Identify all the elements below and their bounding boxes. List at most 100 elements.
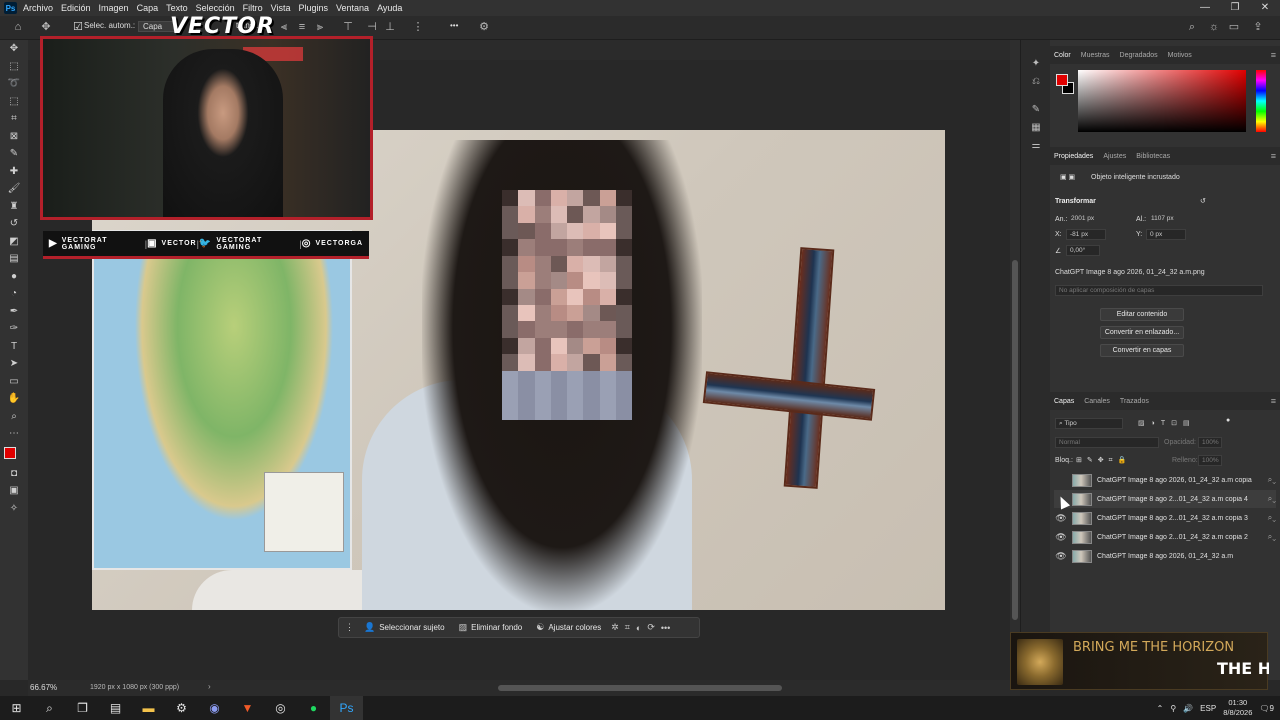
object-select-tool-icon[interactable]: ⬚ [0, 93, 28, 111]
menu-texto[interactable]: Texto [166, 3, 188, 13]
tab-gradients[interactable]: Degradados [1120, 52, 1158, 59]
brave-icon[interactable]: ▼ [231, 696, 264, 720]
language-indicator[interactable]: ESP [1200, 704, 1216, 713]
gear-icon[interactable]: ⚙ [478, 21, 490, 33]
lightbulb-icon[interactable]: ☼ [1208, 21, 1220, 33]
generative-icon[interactable]: ✧ [0, 500, 28, 518]
eye-icon[interactable]: 👁 [1054, 532, 1068, 543]
align-center-icon[interactable]: ≡ [296, 21, 308, 33]
network-icon[interactable]: ⚲ [1170, 704, 1176, 713]
move-tool-icon[interactable]: ✥ [0, 40, 28, 58]
tab-properties[interactable]: Propiedades [1054, 153, 1093, 160]
type-tool-icon[interactable]: T [0, 338, 28, 356]
more-options-button[interactable]: ••• [450, 21, 458, 30]
menu-plugins[interactable]: Plugins [299, 3, 329, 13]
opacity-field[interactable]: 100% [1198, 437, 1222, 448]
gradient-tool-icon[interactable]: ▤ [0, 250, 28, 268]
menu-capa[interactable]: Capa [137, 3, 159, 13]
layer-row[interactable]: 👁 ChatGPT Image 8 ago 2026, 01_24_32 a.m [1054, 547, 1276, 565]
screen-mode-icon[interactable]: ▣ [0, 482, 28, 500]
search-icon[interactable]: ⌕ [1186, 21, 1198, 33]
align-right-icon[interactable]: ⫸ [314, 21, 326, 33]
history-icon[interactable]: ⎌ [1021, 72, 1051, 90]
align-left-icon[interactable]: ⫷ [278, 21, 290, 33]
tab-paths[interactable]: Trazados [1120, 398, 1149, 405]
menu-edicion[interactable]: Edición [61, 3, 91, 13]
horizontal-scroll-thumb[interactable] [498, 685, 782, 691]
magic-wand-icon[interactable]: ✲ [611, 622, 619, 633]
adjust-colors-button[interactable]: ☯ Ajustar colores [532, 622, 605, 633]
close-button[interactable]: ✕ [1250, 0, 1280, 16]
layer-row[interactable]: 👁 ChatGPT Image 8 ago 2...01_24_32 a.m c… [1054, 528, 1276, 546]
eraser-tool-icon[interactable]: ◩ [0, 233, 28, 251]
brush-settings-icon[interactable]: ✎ [1021, 100, 1051, 118]
distribute-icon[interactable]: ⋮ [412, 21, 424, 33]
adjustments-icon[interactable]: ⚌ [1021, 136, 1051, 154]
menu-seleccion[interactable]: Selección [196, 3, 235, 13]
obs-icon[interactable]: ◎ [264, 696, 297, 720]
photoshop-taskbar-icon[interactable]: Ps [330, 696, 363, 720]
menu-ventana[interactable]: Ventana [336, 3, 369, 13]
zoom-tool-icon[interactable]: ⌕ [0, 408, 28, 426]
eye-icon[interactable]: 👁 [1054, 513, 1068, 524]
layer-row[interactable]: 👁 ChatGPT Image 8 ago 2...01_24_32 a.m c… [1054, 509, 1276, 527]
width-field[interactable]: 2001 px [1068, 214, 1108, 225]
vertical-scroll-thumb[interactable] [1012, 260, 1018, 620]
layer-filter-icons[interactable]: ▨◑T⊡▤ [1138, 419, 1196, 427]
pen-tool-icon[interactable]: ✒ [0, 303, 28, 321]
workspace-icon[interactable]: ▭ [1228, 21, 1240, 33]
dodge-tool-icon[interactable]: ◔ [0, 285, 28, 303]
document-info[interactable]: 1920 px x 1080 px (300 ppp) [90, 684, 179, 691]
maximize-button[interactable]: ❐ [1220, 0, 1250, 16]
tab-patterns[interactable]: Motivos [1168, 52, 1192, 59]
clock[interactable]: 01:30 8/8/2026 [1223, 698, 1252, 718]
layer-filter-dropdown[interactable]: ⌕ Tipo [1055, 418, 1123, 429]
path-select-tool-icon[interactable]: ➤ [0, 355, 28, 373]
zoom-level[interactable]: 66.67% [30, 683, 57, 692]
eyedropper-tool-icon[interactable]: ✎ [0, 145, 28, 163]
angle-field[interactable]: 0,00° [1066, 245, 1100, 256]
layer-row[interactable]: ChatGPT Image 8 ago 2026, 01_24_32 a.m c… [1054, 471, 1276, 489]
align-middle-icon[interactable]: ⊣ [366, 21, 378, 33]
y-field[interactable]: 0 px [1146, 229, 1186, 240]
layer-comp-dropdown[interactable]: No aplicar composición de capas [1055, 285, 1263, 296]
menu-archivo[interactable]: Archivo [23, 3, 53, 13]
swatches-icon[interactable]: ▦ [1021, 118, 1051, 136]
height-field[interactable]: 1107 px [1148, 214, 1188, 225]
menu-imagen[interactable]: Imagen [99, 3, 129, 13]
layer-row-selected[interactable]: ChatGPT Image 8 ago 2...01_24_32 a.m cop… [1054, 490, 1276, 508]
chevron-right-icon[interactable]: › [208, 682, 211, 691]
vertical-scrollbar[interactable] [1010, 40, 1020, 680]
crop-tool-icon[interactable]: ⌗ [0, 110, 28, 128]
history-brush-icon[interactable]: ↺ [0, 215, 28, 233]
stamp-tool-icon[interactable]: ♜ [0, 198, 28, 216]
notifications-icon[interactable]: 🗨9 [1259, 704, 1274, 713]
volume-icon[interactable]: 🔊 [1183, 704, 1193, 713]
color-picker-field[interactable] [1078, 70, 1246, 132]
convert-to-layers-button[interactable]: Convertir en capas [1100, 344, 1184, 357]
share-icon[interactable]: ⇪ [1252, 21, 1264, 33]
blend-mode-dropdown[interactable]: Normal [1055, 437, 1159, 448]
healing-tool-icon[interactable]: ✚ [0, 163, 28, 181]
learn-icon[interactable]: ✦ [1021, 54, 1051, 72]
pen-tool-2-icon[interactable]: ✑ [0, 320, 28, 338]
move-tool-icon[interactable]: ✥ [40, 21, 52, 33]
blur-tool-icon[interactable]: ● [0, 268, 28, 286]
search-icon[interactable]: ⌕ [33, 696, 66, 720]
steam-icon[interactable]: ⚙ [165, 696, 198, 720]
windows-start-icon[interactable]: ⊞ [0, 696, 33, 720]
rectangle-tool-icon[interactable]: ▭ [0, 373, 28, 391]
marquee-tool-icon[interactable]: ⬚ [0, 58, 28, 76]
eye-icon[interactable]: 👁 [1054, 551, 1068, 562]
contrast-icon[interactable]: ◐ [636, 623, 641, 633]
file-manager-icon[interactable]: ▤ [99, 696, 132, 720]
crop-icon[interactable]: ⌗ [625, 622, 630, 633]
convert-to-linked-button[interactable]: Convertir en enlazado... [1100, 326, 1184, 339]
select-subject-button[interactable]: 👤 Seleccionar sujeto [360, 622, 449, 633]
remove-background-button[interactable]: ▨ Eliminar fondo [455, 622, 527, 633]
panel-menu-icon[interactable]: ≡ [1271, 396, 1276, 406]
drag-handle-icon[interactable]: ⋮ [345, 622, 354, 633]
home-icon[interactable]: ⌂ [12, 21, 24, 33]
panel-menu-icon[interactable]: ≡ [1271, 50, 1276, 60]
frame-tool-icon[interactable]: ⊠ [0, 128, 28, 146]
